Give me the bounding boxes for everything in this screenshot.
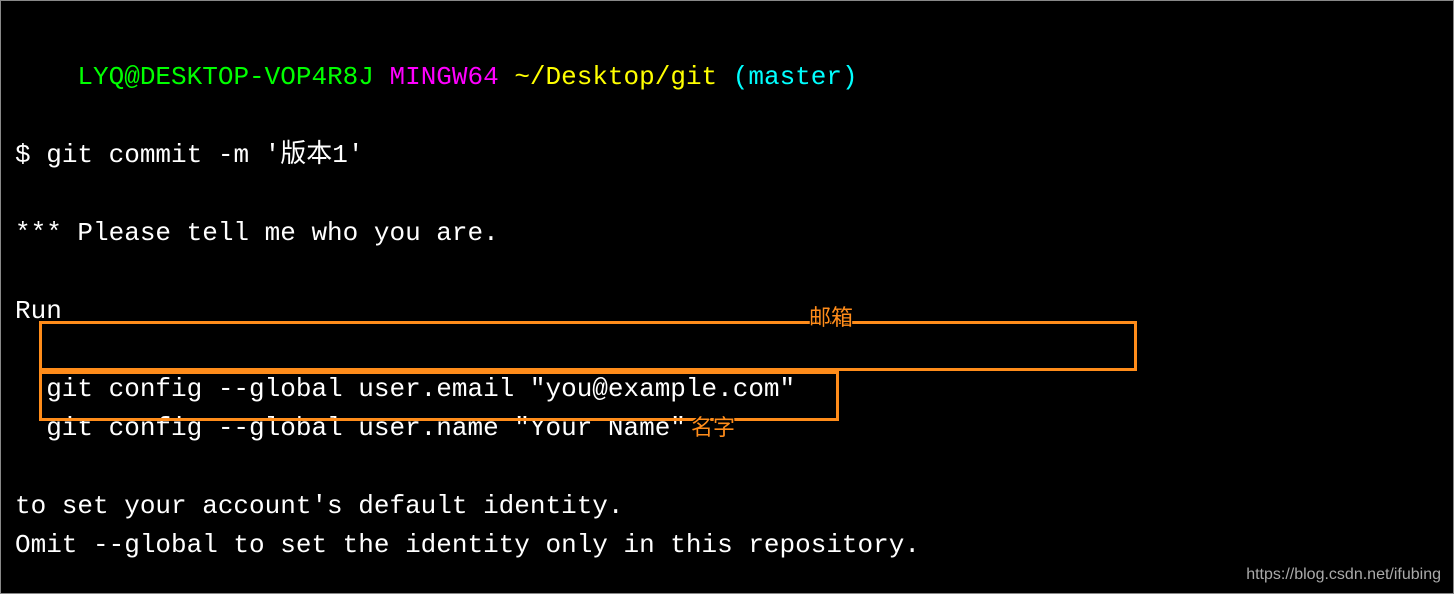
output-omit-global: Omit --global to set the identity only i…: [15, 526, 1439, 565]
annotation-name: 名字: [691, 411, 735, 444]
blank-line: [15, 253, 1439, 292]
blank-line: [15, 175, 1439, 214]
blank-line: [15, 448, 1439, 487]
user-host: LYQ@DESKTOP-VOP4R8J: [77, 62, 373, 92]
output-please-tell: *** Please tell me who you are.: [15, 214, 1439, 253]
mingw-label: MINGW64: [389, 62, 498, 92]
prompt-symbol: $: [15, 140, 31, 170]
output-set-identity: to set your account's default identity.: [15, 487, 1439, 526]
prompt-line: LYQ@DESKTOP-VOP4R8J MINGW64 ~/Desktop/gi…: [15, 19, 1439, 136]
terminal-window[interactable]: LYQ@DESKTOP-VOP4R8J MINGW64 ~/Desktop/gi…: [1, 1, 1453, 583]
highlight-box-email: [39, 321, 1137, 371]
path-label: ~/Desktop/git: [514, 62, 717, 92]
annotation-email: 邮箱: [809, 301, 853, 334]
command-text: git commit -m '版本1': [46, 140, 363, 170]
command-line: $ git commit -m '版本1': [15, 136, 1439, 175]
branch-label: (master): [733, 62, 858, 92]
watermark: https://blog.csdn.net/ifubing: [1246, 563, 1441, 587]
